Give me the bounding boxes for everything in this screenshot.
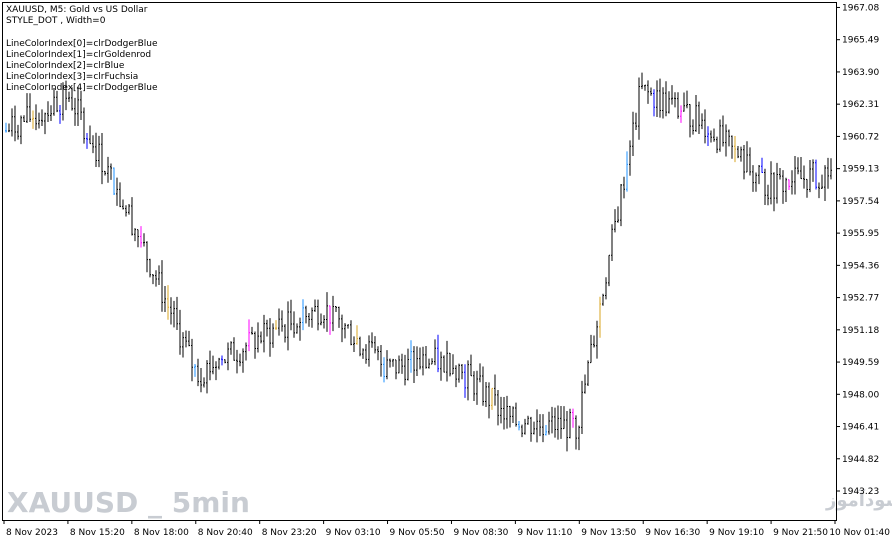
time-tick-label: 9 Nov 21:50 <box>773 528 828 538</box>
time-tick-label: 9 Nov 16:30 <box>645 528 700 538</box>
price-tick-label: 1957.54 <box>842 197 879 207</box>
price-tick-label: 1944.82 <box>842 455 879 465</box>
price-tick-label: 1952.77 <box>842 294 879 304</box>
price-tick-label: 1955.95 <box>842 229 879 239</box>
price-tick-label: 1963.90 <box>842 68 879 78</box>
info-style-line: STYLE_DOT , Width=0 <box>6 16 106 26</box>
time-tick-label: 10 Nov 01:40 <box>829 528 890 538</box>
price-tick-label: 1951.18 <box>842 326 879 336</box>
price-tick-label: 1943.23 <box>842 487 879 497</box>
time-tick-label: 9 Nov 05:50 <box>390 528 445 538</box>
time-tick-label: 8 Nov 2023 <box>6 528 58 538</box>
price-tick-label: 1965.49 <box>842 36 879 46</box>
price-tick-label: 1959.13 <box>842 165 879 175</box>
time-tick-label: 8 Nov 15:20 <box>70 528 125 538</box>
time-tick-label: 9 Nov 19:10 <box>709 528 764 538</box>
price-tick-label: 1949.59 <box>842 358 879 368</box>
info-color-line: LineColorIndex[2]=clrBlue <box>6 61 125 71</box>
time-tick-label: 9 Nov 11:10 <box>517 528 572 538</box>
price-tick-label: 1948.00 <box>842 390 879 400</box>
price-tick-label: 1954.36 <box>842 261 879 271</box>
price-tick-label: 1967.08 <box>842 3 879 13</box>
time-tick-label: 8 Nov 18:00 <box>134 528 189 538</box>
time-tick-label: 9 Nov 08:30 <box>453 528 508 538</box>
time-tick-label: 9 Nov 13:50 <box>581 528 636 538</box>
info-color-line: LineColorIndex[1]=clrGoldenrod <box>6 50 151 60</box>
price-tick-label: 1962.31 <box>842 100 879 110</box>
info-color-line: LineColorIndex[0]=clrDodgerBlue <box>6 39 158 49</box>
price-tick-label: 1960.72 <box>842 132 879 142</box>
time-tick-label: 9 Nov 03:10 <box>326 528 381 538</box>
info-color-line: LineColorIndex[3]=clrFuchsia <box>6 72 138 82</box>
price-tick-label: 1946.41 <box>842 423 879 433</box>
info-color-line: LineColorIndex[4]=clrDodgerBlue <box>6 83 158 93</box>
time-tick-label: 8 Nov 23:20 <box>262 528 317 538</box>
time-tick-label: 8 Nov 20:40 <box>198 528 253 538</box>
price-chart[interactable]: XAUUSD _ 5min انتشار در سایت سودآموز XAU… <box>0 0 892 543</box>
watermark-left: XAUUSD _ 5min <box>7 486 250 519</box>
info-symbol-line: XAUUSD, M5: Gold vs US Dollar <box>6 5 148 15</box>
